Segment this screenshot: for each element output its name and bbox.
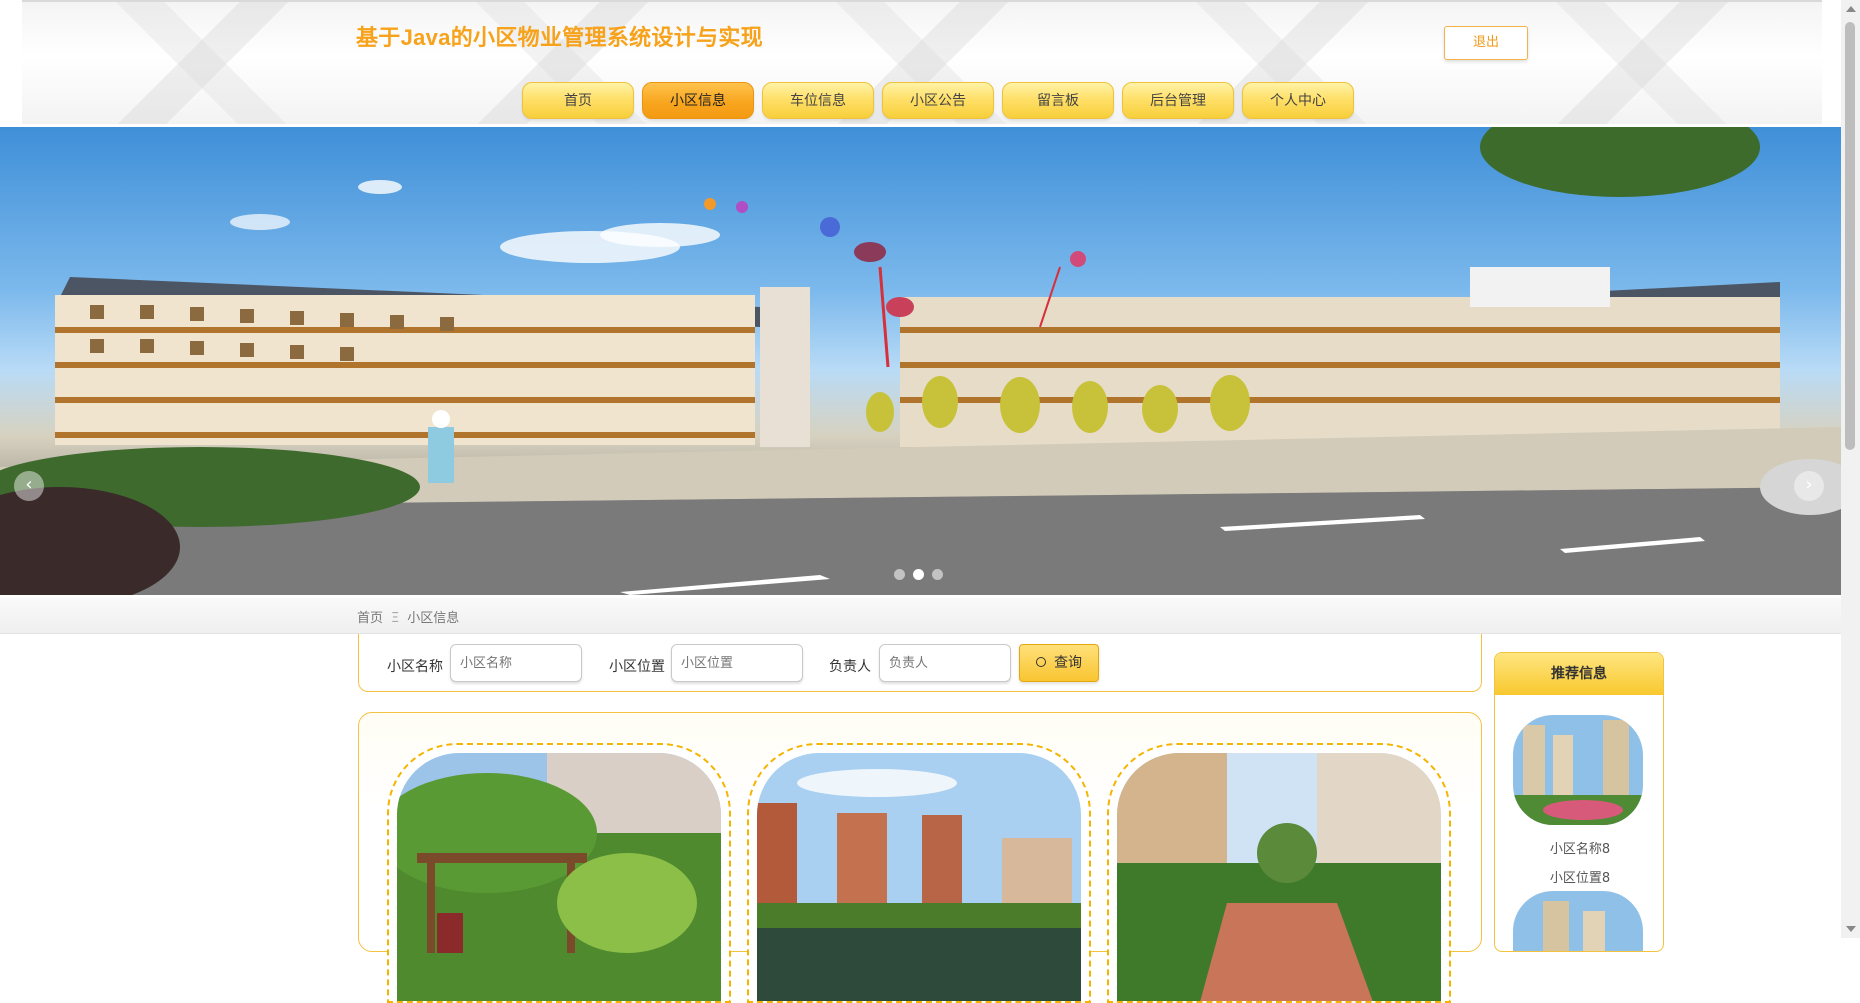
manager-input[interactable] [879, 644, 1011, 682]
banner-carousel[interactable]: ‹ › [0, 127, 1841, 595]
nav-item-admin[interactable]: 后台管理 [1122, 82, 1234, 119]
scroll-thumb[interactable] [1845, 22, 1855, 450]
recommend-item-image[interactable] [1513, 715, 1643, 825]
banner-dot-1[interactable] [894, 569, 905, 580]
nav-item-home[interactable]: 首页 [522, 82, 634, 119]
nav-item-community-info[interactable]: 小区信息 [642, 82, 754, 119]
banner-next-icon[interactable]: › [1794, 471, 1824, 501]
breadcrumb-bar: 首页 Ξ 小区信息 [0, 598, 1841, 634]
page-scrollbar[interactable] [1841, 0, 1860, 938]
logout-button[interactable]: 退出 [1444, 26, 1528, 60]
recommend-item-location: 小区位置8 [1549, 871, 1611, 886]
scroll-up-icon[interactable] [1846, 6, 1856, 12]
site-header: 基于Java的小区物业管理系统设计与实现 退出 首页 小区信息 车位信息 小区公… [22, 0, 1822, 124]
community-card[interactable] [747, 743, 1091, 1003]
banner-dots [894, 569, 943, 580]
banner-image [0, 127, 1841, 595]
nav-item-message-board[interactable]: 留言板 [1002, 82, 1114, 119]
location-input[interactable] [671, 644, 803, 682]
scroll-down-icon[interactable] [1846, 926, 1856, 932]
community-list [358, 712, 1482, 1003]
breadcrumb: 首页 Ξ 小区信息 [357, 607, 459, 626]
nav-item-profile[interactable]: 个人中心 [1242, 82, 1354, 119]
breadcrumb-current: 小区信息 [407, 611, 460, 626]
banner-dot-3[interactable] [932, 569, 943, 580]
community-card-image [397, 753, 721, 1001]
site-title: 基于Java的小区物业管理系统设计与实现 [356, 25, 763, 50]
name-label: 小区名称 [387, 659, 443, 675]
nav-item-announcements[interactable]: 小区公告 [882, 82, 994, 119]
recommend-item-image[interactable] [1513, 891, 1643, 951]
nav-item-parking-info[interactable]: 车位信息 [762, 82, 874, 119]
location-label: 小区位置 [609, 659, 665, 675]
search-panel: 小区名称 小区位置 负责人 查询 [358, 634, 1482, 692]
main-nav: 首页 小区信息 车位信息 小区公告 留言板 后台管理 个人中心 [522, 82, 1354, 119]
community-card-image [1117, 753, 1441, 1001]
banner-prev-icon[interactable]: ‹ [14, 471, 44, 501]
recommend-title: 推荐信息 [1495, 653, 1663, 695]
breadcrumb-home[interactable]: 首页 [357, 611, 383, 626]
breadcrumb-separator: Ξ [391, 611, 400, 626]
community-card[interactable] [387, 743, 731, 1003]
recommend-panel: 推荐信息 小区名称8 小区位置8 [1494, 652, 1664, 952]
search-button[interactable]: 查询 [1019, 644, 1099, 682]
search-button-label: 查询 [1054, 655, 1082, 671]
search-icon [1036, 657, 1046, 667]
community-card[interactable] [1107, 743, 1451, 1003]
community-card-image [757, 753, 1081, 1001]
name-input[interactable] [450, 644, 582, 682]
recommend-item-name: 小区名称8 [1549, 842, 1611, 857]
manager-label: 负责人 [829, 659, 871, 675]
banner-dot-2[interactable] [913, 569, 924, 580]
